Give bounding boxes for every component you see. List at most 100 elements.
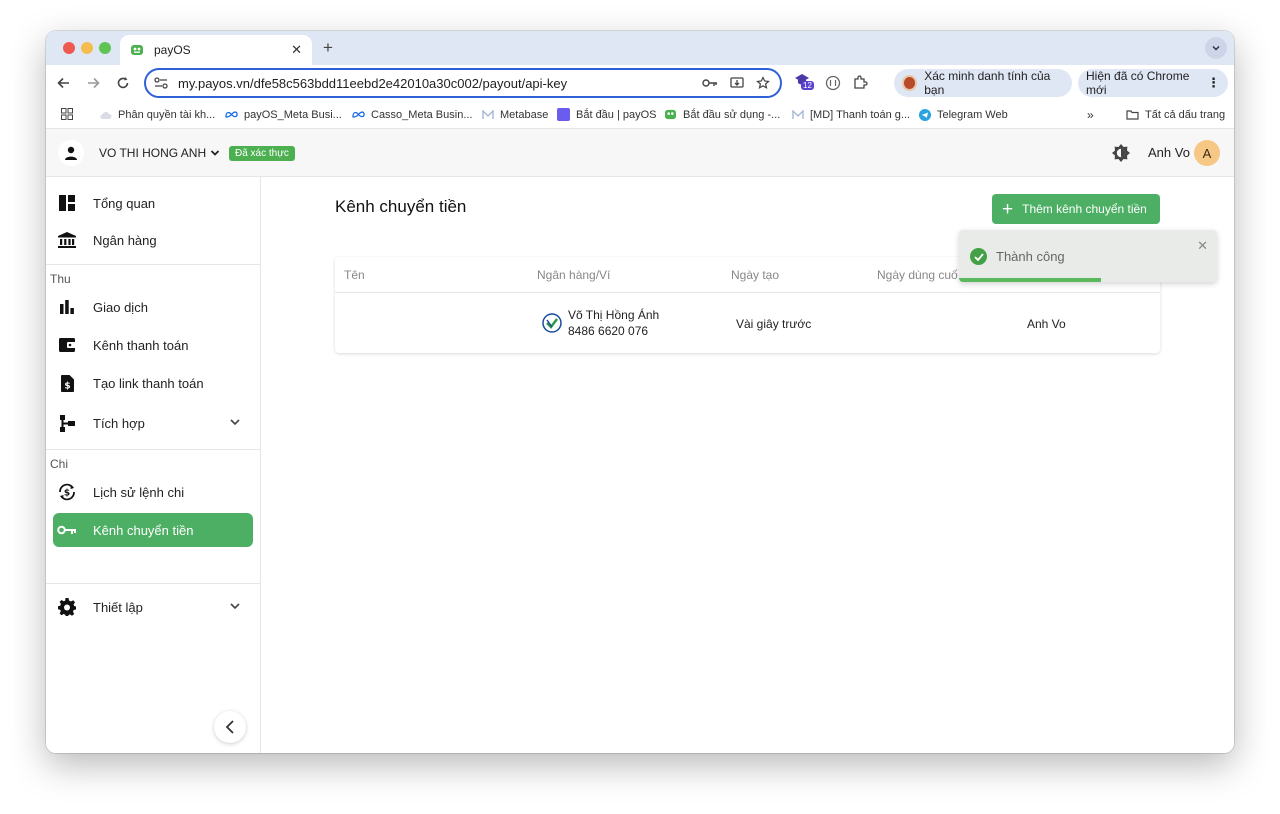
more-bookmarks-button[interactable]: »: [1087, 108, 1094, 122]
sidebar-group-expense: Chi: [50, 457, 69, 471]
bookmark-item[interactable]: Metabase: [481, 108, 548, 121]
bookmark-item[interactable]: Casso_Meta Busin...: [352, 108, 473, 121]
created-date: Vài giây trước: [736, 317, 812, 331]
bar-chart-icon: [57, 297, 77, 317]
reload-icon: [117, 77, 129, 89]
apps-grid-button[interactable]: [61, 108, 73, 120]
sidebar-item-payout-history[interactable]: $ Lịch sử lệnh chi: [53, 475, 253, 509]
chevron-down-icon: [211, 150, 220, 156]
folder-icon: [1126, 108, 1139, 121]
minimize-window-button[interactable]: [81, 42, 93, 54]
reload-button[interactable]: [114, 74, 132, 92]
user-name[interactable]: Anh Vo: [1148, 145, 1190, 160]
profile-avatar-icon: [902, 75, 918, 91]
extension-badge: 12: [801, 81, 814, 90]
svg-text:$: $: [64, 489, 70, 499]
bookmark-label: Casso_Meta Busin...: [371, 108, 473, 121]
sidebar-item-settings[interactable]: Thiết lập: [53, 590, 253, 624]
payos-square-icon: [557, 108, 570, 121]
sidebar-item-label: Lịch sử lệnh chi: [93, 484, 185, 500]
org-switcher[interactable]: VO THI HONG ANH: [99, 146, 220, 160]
dashboard-icon: [57, 193, 77, 213]
bank-logo-icon: [542, 313, 562, 333]
apps-grid-icon: [61, 108, 73, 120]
integration-icon: [57, 413, 77, 433]
sidebar-item-label: Tạo link thanh toán: [93, 375, 204, 391]
tab-strip: payOS ✕ +: [46, 31, 1234, 65]
bookmark-item[interactable]: Bắt đầu | payOS: [557, 108, 657, 121]
sidebar-item-payment-channels[interactable]: Kênh thanh toán: [53, 328, 253, 362]
sidebar-item-bank[interactable]: Ngân hàng: [53, 223, 253, 257]
bookmark-label: Metabase: [500, 108, 549, 121]
chrome-update-button[interactable]: Hiện đã có Chrome mới ⋮: [1078, 69, 1228, 97]
forward-button[interactable]: [84, 74, 102, 92]
svg-text:$: $: [64, 381, 70, 391]
back-button[interactable]: [55, 74, 73, 92]
plus-icon: +: [1002, 198, 1014, 220]
site-settings-icon[interactable]: [154, 77, 168, 89]
close-window-button[interactable]: [63, 42, 75, 54]
user-avatar[interactable]: A: [1194, 140, 1220, 166]
sidebar-item-create-payment-link[interactable]: $ Tạo link thanh toán: [53, 366, 253, 400]
all-bookmarks-button[interactable]: Tất cả dấu trang: [1126, 108, 1225, 121]
toast-message: Thành công: [996, 249, 1065, 264]
browser-window: payOS ✕ + my.payos.vn/dfe58c563bdd11eebd…: [46, 31, 1234, 753]
all-bookmarks-label: Tất cả dấu trang: [1145, 108, 1226, 121]
bookmark-star-icon[interactable]: [756, 76, 770, 90]
tab-close-icon[interactable]: ✕: [291, 42, 302, 58]
payos-favicon-icon: [131, 45, 143, 55]
sidebar-item-transactions[interactable]: Giao dịch: [53, 290, 253, 324]
bookmark-label: Phân quyền tài kh...: [118, 108, 216, 121]
chevron-down-icon: [230, 419, 240, 426]
puzzle-icon[interactable]: [852, 75, 868, 91]
bookmark-label: Bắt đầu | payOS: [576, 108, 657, 121]
sidebar-item-payout-channels[interactable]: Kênh chuyển tiền: [53, 513, 253, 547]
password-key-icon[interactable]: [702, 78, 718, 88]
sidebar-item-label: Thiết lập: [93, 599, 143, 615]
bookmark-item[interactable]: Telegram Web: [918, 108, 1008, 121]
bookmark-item[interactable]: Bắt đầu sử dụng -...: [664, 108, 780, 121]
new-tab-button[interactable]: +: [323, 38, 333, 58]
address-bar[interactable]: my.payos.vn/dfe58c563bdd11eebd2e42010a30…: [144, 68, 782, 98]
bookmark-item[interactable]: Phân quyền tài kh...: [99, 108, 215, 121]
check-circle-icon: [970, 248, 987, 265]
meta-logo-icon: [225, 108, 238, 121]
telegram-icon: [918, 108, 931, 121]
column-header: Ngân hàng/Ví: [537, 268, 611, 282]
bookmark-item[interactable]: payOS_Meta Busi...: [225, 108, 342, 121]
sidebar-item-label: Kênh chuyển tiền: [93, 522, 194, 538]
bookmark-item[interactable]: [MD] Thanh toán g...: [791, 108, 910, 121]
maximize-window-button[interactable]: [99, 42, 111, 54]
extension-circle-icon[interactable]: [825, 75, 841, 91]
verified-badge: Đã xác thực: [229, 146, 295, 161]
sidebar-item-overview[interactable]: Tổng quan: [53, 186, 253, 220]
success-toast: Thành công ✕: [959, 230, 1217, 282]
add-payout-channel-button[interactable]: + Thêm kênh chuyển tiền: [992, 194, 1160, 224]
sidebar-item-integration[interactable]: Tích hợp: [53, 406, 253, 440]
brightness-icon: [1112, 144, 1130, 162]
toast-progress-bar: [959, 278, 1101, 282]
extension-button[interactable]: 12: [794, 73, 814, 93]
org-avatar[interactable]: [58, 140, 84, 166]
cloud-icon: [99, 108, 112, 121]
gear-icon: [57, 597, 77, 617]
column-header: Ngày dùng cuố: [877, 268, 958, 282]
table-row[interactable]: Võ Thị Hồng Ánh 8486 6620 076 Vài giây t…: [335, 293, 1160, 353]
tab-payos[interactable]: payOS ✕: [120, 35, 312, 65]
gmail-icon: [791, 108, 804, 121]
tab-search-button[interactable]: [1205, 37, 1227, 59]
install-app-icon[interactable]: [730, 76, 744, 90]
verify-identity-button[interactable]: Xác minh danh tính của bạn: [894, 69, 1072, 97]
meta-logo-icon: [352, 108, 365, 121]
sidebar-item-label: Giao dịch: [93, 299, 148, 315]
bookmark-label: [MD] Thanh toán g...: [810, 108, 911, 121]
app-header: VO THI HONG ANH Đã xác thực Anh Vo A: [46, 129, 1234, 177]
sidebar-item-label: Tích hợp: [93, 415, 145, 431]
theme-toggle-button[interactable]: [1111, 143, 1131, 168]
key-icon: [57, 520, 77, 540]
verify-identity-label: Xác minh danh tính của bạn: [924, 69, 1051, 97]
collapse-sidebar-button[interactable]: [214, 711, 246, 743]
url-text: my.payos.vn/dfe58c563bdd11eebd2e42010a30…: [178, 75, 568, 91]
bookmark-label: payOS_Meta Busi...: [244, 108, 342, 121]
close-icon[interactable]: ✕: [1197, 238, 1208, 254]
